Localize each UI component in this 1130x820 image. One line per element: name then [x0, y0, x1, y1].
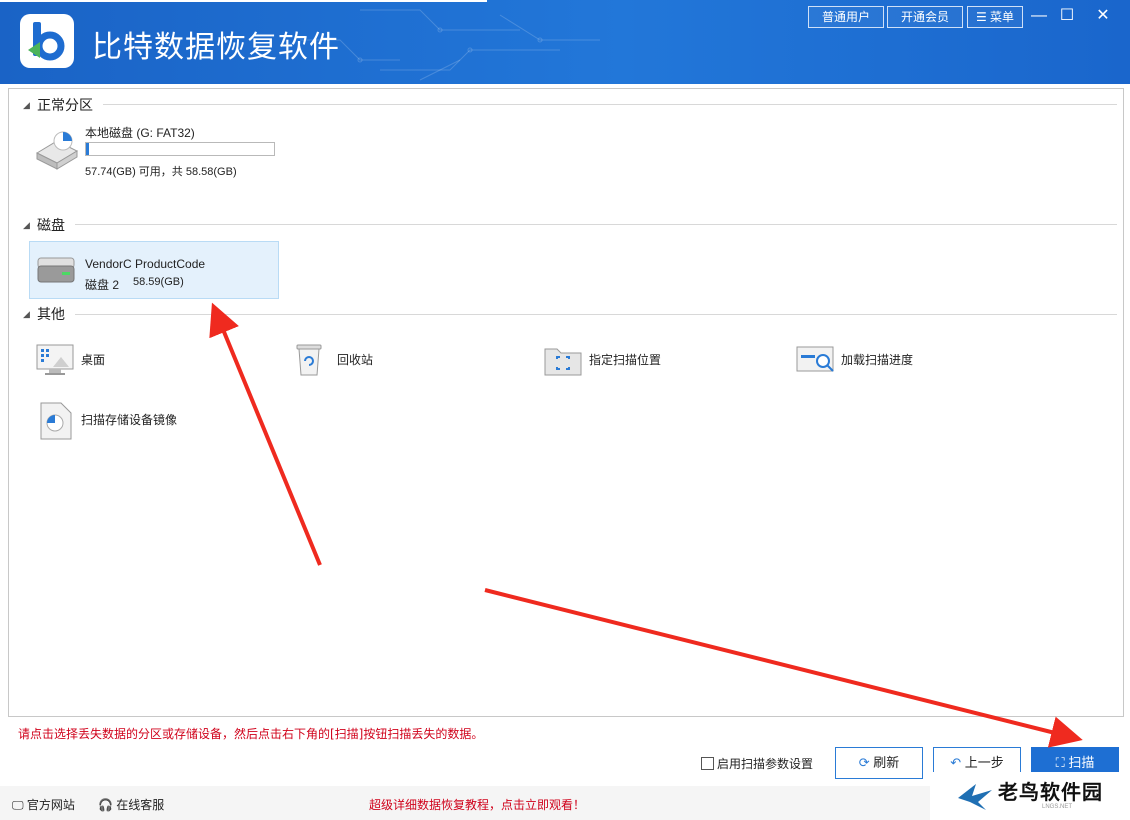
app-logo — [20, 14, 74, 68]
menu-button[interactable]: ☰ 菜单 — [967, 6, 1023, 28]
desktop-icon — [36, 344, 74, 375]
scan-icon: ⛶ — [1055, 755, 1065, 770]
hamburger-icon: ☰ — [975, 10, 987, 24]
section-disks-label: 磁盘 — [37, 218, 65, 234]
folder-scan-icon — [544, 348, 582, 376]
online-support-label: 在线客服 — [116, 798, 165, 812]
minimize-icon: — — [1031, 7, 1047, 24]
tutorial-link[interactable]: 超级详细数据恢复教程，点击立即观看！ — [369, 796, 585, 813]
other-item-recycle-bin[interactable]: 回收站 — [289, 339, 489, 379]
title-top-line — [0, 0, 487, 2]
refresh-label: 刷新 — [873, 755, 900, 770]
section-other[interactable]: ◢ 其他 — [23, 304, 65, 323]
section-partitions[interactable]: ◢ 正常分区 — [23, 95, 93, 114]
menu-label: 菜单 — [990, 10, 1015, 24]
partition-usage-bar — [85, 142, 275, 156]
watermark-sub: LNGS.NET — [1042, 804, 1073, 810]
other-item-desktop[interactable]: 桌面 — [33, 339, 233, 379]
section-divider — [75, 314, 1117, 315]
refresh-icon: ⟳ — [858, 755, 870, 770]
device-panel: ◢ 正常分区 本地磁盘 (G: FAT32) 57.74(GB) 可用，共 58.… — [8, 88, 1124, 717]
watermark: 老鸟软件园 LNGS.NET — [930, 772, 1130, 820]
section-divider — [75, 224, 1117, 225]
back-arrow-icon: ↶ — [950, 755, 962, 770]
other-item-label: 加载扫描进度 — [841, 353, 914, 367]
collapse-triangle-icon: ◢ — [23, 310, 30, 320]
scan-params-label: 启用扫描参数设置 — [717, 757, 814, 771]
disk-name: VendorC ProductCode — [85, 257, 206, 271]
maximize-icon: ☐ — [1059, 7, 1075, 24]
other-item-label: 指定扫描位置 — [589, 353, 662, 367]
minimize-button[interactable]: — — [1024, 4, 1054, 28]
disk-label: 磁盘 2 — [85, 278, 120, 292]
local-disk-icon — [35, 131, 79, 170]
partition-usage-fill — [86, 143, 89, 155]
maximize-button[interactable]: ☐ — [1052, 4, 1082, 28]
back-label: 上一步 — [964, 755, 1004, 770]
refresh-button[interactable]: ⟳ 刷新 — [835, 747, 923, 779]
recycle-bin-icon — [296, 344, 322, 376]
collapse-triangle-icon: ◢ — [23, 221, 30, 231]
partition-usage-text: 57.74(GB) 可用，共 58.58(GB) — [85, 166, 237, 178]
other-item-label: 扫描存储设备镜像 — [81, 413, 178, 427]
scan-params-checkbox[interactable]: 启用扫描参数设置 — [701, 755, 813, 772]
headset-icon: 🎧 — [98, 798, 113, 812]
title-bar: 比特数据恢复软件 普通用户 开通会员 ☰ 菜单 — ☐ ✕ — [0, 0, 1130, 84]
app-title: 比特数据恢复软件 — [92, 30, 340, 65]
scan-label: 扫描 — [1068, 755, 1095, 770]
other-item-label: 回收站 — [337, 353, 374, 367]
checkbox-box[interactable] — [701, 757, 714, 770]
official-website-link[interactable]: 🖵 官方网站 — [12, 796, 75, 813]
official-website-label: 官方网站 — [26, 798, 75, 812]
online-support-link[interactable]: 🎧 在线客服 — [98, 796, 164, 813]
disk-item-2[interactable]: VendorC ProductCode 磁盘 2 58.59(GB) — [29, 241, 279, 299]
partition-name: 本地磁盘 (G: FAT32) — [85, 126, 195, 140]
other-item-label: 桌面 — [81, 353, 106, 367]
load-progress-icon — [796, 346, 834, 372]
monitor-icon: 🖵 — [12, 798, 24, 812]
close-button[interactable]: ✕ — [1088, 4, 1118, 28]
section-disks[interactable]: ◢ 磁盘 — [23, 215, 65, 234]
other-item-scan-location[interactable]: 指定扫描位置 — [541, 339, 761, 379]
open-vip-button[interactable]: 开通会员 — [887, 6, 963, 28]
open-vip-label: 开通会员 — [900, 10, 949, 24]
partition-item-g[interactable]: 本地磁盘 (G: FAT32) 57.74(GB) 可用，共 58.58(GB) — [29, 121, 279, 178]
instruction-hint: 请点击选择丢失数据的分区或存储设备，然后点击右下角的[扫描]按钮扫描丢失的数据。 — [18, 727, 484, 741]
normal-user-label: 普通用户 — [821, 10, 870, 24]
collapse-triangle-icon: ◢ — [23, 101, 30, 111]
other-item-disk-image[interactable]: 扫描存储设备镜像 — [33, 399, 253, 440]
section-divider — [103, 104, 1117, 105]
close-icon: ✕ — [1096, 7, 1110, 24]
normal-user-button[interactable]: 普通用户 — [808, 6, 884, 28]
watermark-text: 老鸟软件园 — [998, 780, 1103, 804]
section-partitions-label: 正常分区 — [37, 98, 93, 114]
disk-image-icon — [40, 402, 72, 440]
disk-size: 58.59(GB) — [133, 276, 184, 288]
other-item-load-progress[interactable]: 加载扫描进度 — [793, 339, 1013, 379]
section-other-label: 其他 — [37, 307, 65, 323]
hard-disk-icon — [37, 257, 75, 283]
bird-logo-icon — [958, 784, 992, 810]
